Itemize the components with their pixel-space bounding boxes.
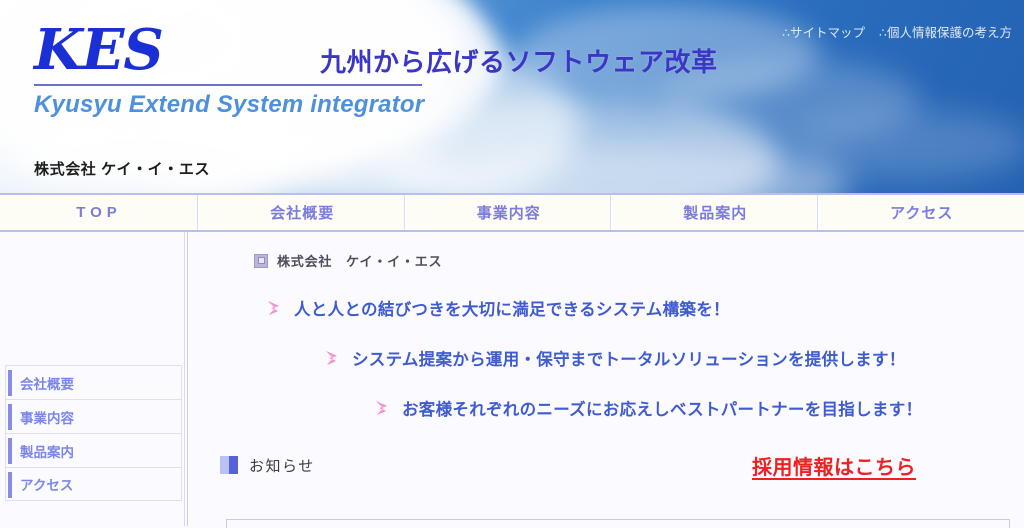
notice-list-box <box>226 519 1010 528</box>
nav-item-top[interactable]: TOP <box>0 195 200 230</box>
slogan-text: システム提案から運用・保守までトータルソリューションを提供します！ <box>352 351 906 369</box>
sidebar: 会社概要 事業内容 製品案内 アクセス <box>0 232 188 526</box>
sidebar-item-company[interactable]: 会社概要 <box>5 365 182 399</box>
main-content: 株式会社 ケイ・イ・エス 人と人との結びつきを大切に満足できるシステム構築を！ … <box>188 232 1024 528</box>
sitemap-link[interactable]: ∴サイトマップ <box>782 22 865 41</box>
header-banner: KES Kyusyu Extend System integrator 九州から… <box>0 0 1024 193</box>
pink-arrow-icon <box>326 351 337 365</box>
notice-section-title: お知らせ <box>249 457 315 475</box>
breadcrumb-label: 株式会社 ケイ・イ・エス <box>277 254 443 269</box>
page-body: 会社概要 事業内容 製品案内 アクセス 株式会社 ケイ・イ・エス 人と人との結び… <box>0 232 1024 528</box>
sidebar-item-products[interactable]: 製品案内 <box>5 433 182 467</box>
utility-links: ∴サイトマップ ∴個人情報保護の考え方 <box>782 22 1012 41</box>
nav-item-company[interactable]: 会社概要 <box>200 195 407 230</box>
logo-divider <box>34 84 422 86</box>
pink-arrow-icon <box>376 401 387 415</box>
sidebar-menu: 会社概要 事業内容 製品案内 アクセス <box>5 365 182 501</box>
square-bullet-icon <box>254 253 268 268</box>
slogan-text: 人と人との結びつきを大切に満足できるシステム構築を！ <box>294 301 730 319</box>
sidebar-item-access[interactable]: アクセス <box>5 467 182 501</box>
recruit-info-link[interactable]: 採用情報はこちら <box>752 451 916 480</box>
slogan-text: お客様それぞれのニーズにお応えしベストパートナーを目指します！ <box>402 401 923 419</box>
sidebar-item-label: 製品案内 <box>20 444 74 460</box>
sidebar-item-business[interactable]: 事業内容 <box>5 399 182 433</box>
logo-tagline: Kyusyu Extend System integrator <box>34 91 425 118</box>
privacy-policy-link[interactable]: ∴個人情報保護の考え方 <box>879 22 1012 41</box>
checker-square-icon <box>220 456 238 474</box>
slogan-item: お客様それぞれのニーズにお応えしベストパートナーを目指します！ <box>374 396 1024 420</box>
notice-header-row: お知らせ 採用情報はこちら <box>220 450 1024 480</box>
main-navigation: TOP 会社概要 事業内容 製品案内 アクセス <box>0 193 1024 232</box>
company-name: 株式会社 ケイ・イ・エス <box>34 161 211 178</box>
nav-item-products[interactable]: 製品案内 <box>613 195 820 230</box>
banner-headline: 九州から広げるソフトウェア改革 <box>320 47 718 77</box>
slogan-list: 人と人との結びつきを大切に満足できるシステム構築を！ システム提案から運用・保守… <box>188 296 1024 420</box>
sidebar-item-label: 事業内容 <box>20 410 74 426</box>
sidebar-item-label: 会社概要 <box>20 376 74 392</box>
sidebar-item-label: アクセス <box>20 478 74 493</box>
cloud-shape <box>790 110 1024 180</box>
nav-item-business[interactable]: 事業内容 <box>406 195 613 230</box>
slogan-item: 人と人との結びつきを大切に満足できるシステム構築を！ <box>266 296 1024 320</box>
slogan-item: システム提案から運用・保守までトータルソリューションを提供します！ <box>324 346 1024 370</box>
breadcrumb: 株式会社 ケイ・イ・エス <box>254 251 1024 270</box>
pink-arrow-icon <box>268 301 279 315</box>
nav-item-access[interactable]: アクセス <box>819 195 1024 230</box>
